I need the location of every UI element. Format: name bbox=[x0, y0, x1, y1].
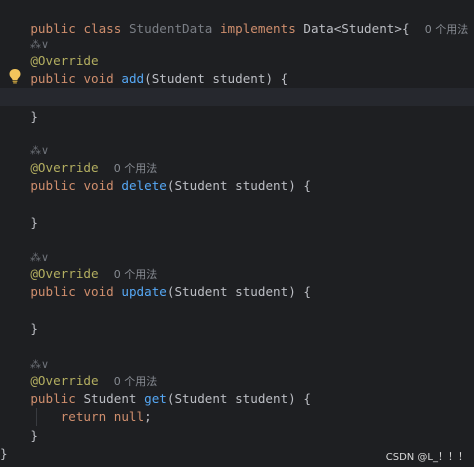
annotation-line[interactable]: @Override bbox=[0, 52, 474, 70]
annotation-override: @Override bbox=[30, 160, 99, 175]
method-signature-get[interactable]: public Student get(Student student) { bbox=[0, 390, 474, 408]
keyword-return: return bbox=[60, 409, 107, 424]
method-signature-update[interactable]: public void update(Student student) { bbox=[0, 283, 474, 301]
annotation-line[interactable]: @Override 0 个用法 bbox=[0, 159, 474, 177]
annotation-line[interactable]: @Override 0 个用法 bbox=[0, 372, 474, 390]
return-type: Student bbox=[83, 391, 137, 406]
annotation-override: @Override bbox=[30, 373, 99, 388]
keyword-void: void bbox=[83, 71, 114, 86]
watermark: CSDN @L_！！！ bbox=[385, 452, 468, 463]
method-params: (Student student) { bbox=[166, 284, 311, 299]
keyword-public: public bbox=[30, 71, 76, 86]
usages-hint[interactable]: 0 个用法 bbox=[114, 375, 158, 388]
annotation-override: @Override bbox=[30, 53, 99, 68]
keyword-class: class bbox=[83, 21, 122, 36]
method-params: (Student student) { bbox=[166, 178, 311, 193]
method-close-brace[interactable]: } bbox=[0, 320, 474, 338]
keyword-void: void bbox=[83, 284, 114, 299]
inlay-icon[interactable]: ⁂∨ bbox=[30, 142, 50, 160]
method-name: delete bbox=[121, 178, 167, 193]
usages-hint[interactable]: 0 个用法 bbox=[114, 268, 158, 281]
method-close-brace[interactable]: } bbox=[0, 108, 474, 126]
interface-name: Data<Student>{ bbox=[303, 21, 410, 36]
keyword-public: public bbox=[30, 284, 76, 299]
method-params: (Student student) { bbox=[144, 71, 289, 86]
method-close-brace[interactable]: } bbox=[0, 214, 474, 232]
keyword-public: public bbox=[30, 178, 76, 193]
method-params: (Student student) { bbox=[166, 391, 311, 406]
method-signature-delete[interactable]: public void delete(Student student) { bbox=[0, 177, 474, 195]
current-line[interactable] bbox=[0, 88, 474, 106]
keyword-public: public bbox=[30, 21, 76, 36]
keyword-implements: implements bbox=[219, 21, 296, 36]
annotation-line[interactable]: @Override 0 个用法 bbox=[0, 265, 474, 283]
usages-hint[interactable]: 0 个用法 bbox=[114, 162, 158, 175]
keyword-void: void bbox=[83, 178, 114, 193]
usages-hint[interactable]: 0 个用法 bbox=[425, 23, 469, 36]
keyword-public: public bbox=[30, 391, 76, 406]
return-statement[interactable]: return null; bbox=[0, 408, 474, 426]
annotation-override: @Override bbox=[30, 266, 99, 281]
method-name: get bbox=[144, 391, 167, 406]
method-signature-add[interactable]: public void add(Student student) { bbox=[0, 70, 474, 88]
class-declaration-line[interactable]: public class StudentData implements Data… bbox=[0, 2, 474, 36]
method-close-brace[interactable]: } bbox=[0, 427, 474, 445]
class-name: StudentData bbox=[128, 21, 213, 36]
method-name: add bbox=[121, 71, 145, 86]
method-name: update bbox=[121, 284, 167, 299]
code-editor[interactable]: public class StudentData implements Data… bbox=[0, 0, 474, 467]
keyword-null: null bbox=[113, 409, 145, 424]
